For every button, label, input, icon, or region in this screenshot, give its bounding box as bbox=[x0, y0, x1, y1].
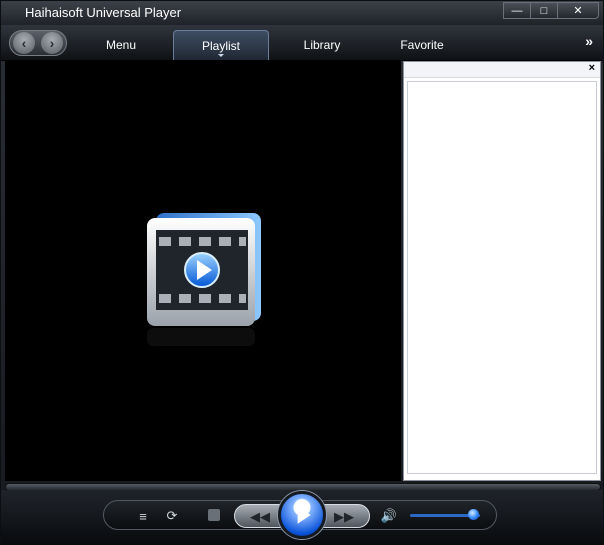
tab-menu[interactable]: Menu bbox=[87, 30, 155, 60]
player-window: Haihaisoft Universal Player — □ ✕ ‹ › Me… bbox=[0, 0, 604, 545]
playlist-panel: × bbox=[403, 61, 601, 481]
title-bar[interactable]: Haihaisoft Universal Player — □ ✕ bbox=[1, 1, 603, 25]
video-display[interactable] bbox=[5, 61, 401, 481]
tab-library[interactable]: Library bbox=[285, 30, 359, 60]
stop-button[interactable] bbox=[208, 509, 220, 521]
next-button[interactable]: ▶▶ bbox=[327, 508, 361, 526]
close-button[interactable]: ✕ bbox=[557, 2, 599, 19]
play-button[interactable] bbox=[278, 491, 326, 539]
repeat-button[interactable]: ⟳ bbox=[163, 507, 181, 525]
more-tabs-button[interactable]: » bbox=[585, 33, 593, 49]
volume-icon[interactable]: 🔊 bbox=[380, 507, 398, 525]
video-film-icon bbox=[147, 213, 261, 346]
previous-button[interactable]: ◀◀ bbox=[243, 508, 277, 526]
history-navigation: ‹ › bbox=[9, 30, 67, 56]
playlist-header: × bbox=[404, 62, 600, 78]
close-playlist-button[interactable]: × bbox=[589, 62, 595, 74]
forward-button[interactable]: › bbox=[41, 32, 63, 54]
play-icon bbox=[297, 506, 311, 524]
minimize-button[interactable]: — bbox=[503, 2, 531, 19]
equalizer-button[interactable]: ≡ bbox=[134, 507, 152, 525]
window-controls: — □ ✕ bbox=[503, 2, 599, 19]
tab-playlist[interactable]: Playlist bbox=[173, 30, 269, 60]
navigation-bar: ‹ › Menu Playlist Library Favorite » bbox=[1, 25, 603, 61]
maximize-button[interactable]: □ bbox=[530, 2, 558, 19]
playback-controls: ≡ ⟳ ◀◀ ▶▶ 🔊 bbox=[103, 491, 497, 539]
back-button[interactable]: ‹ bbox=[13, 32, 35, 54]
window-title: Haihaisoft Universal Player bbox=[25, 5, 182, 20]
volume-thumb[interactable] bbox=[468, 509, 479, 520]
playlist-list[interactable] bbox=[407, 81, 597, 474]
tab-favorite[interactable]: Favorite bbox=[386, 30, 458, 60]
